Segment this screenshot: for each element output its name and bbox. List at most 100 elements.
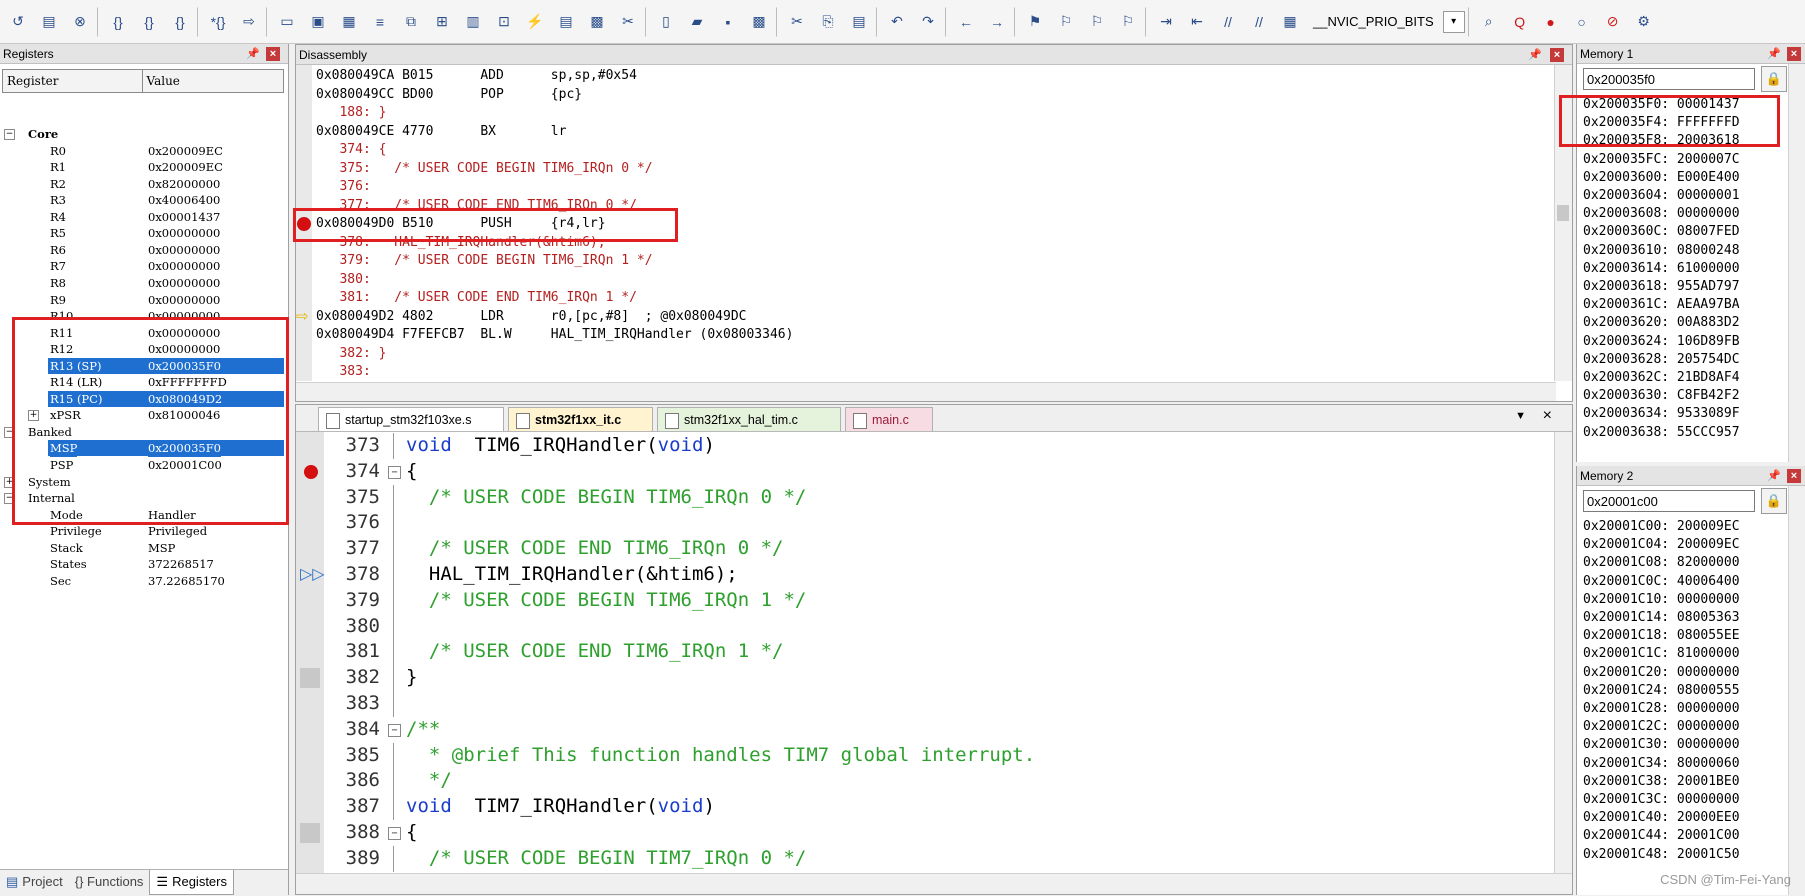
register-row[interactable]: R15 (PC) 0x080049D2 [0,390,286,408]
show-next-statement-icon[interactable]: ⇨ [235,8,263,36]
memory-line[interactable]: 0x200035F4: FFFFFFFD [1583,114,1740,132]
step-out-icon[interactable]: {} [166,8,194,36]
memory-line[interactable]: 0x20001C24: 08000555 [1583,682,1740,700]
register-row[interactable]: R7 0x00000000 [0,258,286,275]
code-line[interactable]: 389 /* USER CODE BEGIN TIM7_IRQn 0 */ [296,845,1546,872]
register-row[interactable]: R5 0x00000000 [0,225,286,242]
disassembly-line[interactable]: 0x080049CE 4770 BX lr [316,123,566,142]
disassembly-line[interactable]: 376: [316,178,370,197]
memory-line[interactable]: 0x20003614: 61000000 [1583,260,1740,278]
memory-line[interactable]: 0x20001C14: 08005363 [1583,609,1740,627]
system-viewer-icon[interactable]: ▩ [583,8,611,36]
code-line[interactable]: 386 */ [296,768,1546,795]
save-all-icon[interactable]: ▩ [745,8,773,36]
code-line[interactable]: 378 HAL_TIM_IRQHandler(&htim6); [296,562,1546,588]
code-line[interactable]: 380 [296,613,1546,640]
tab-stm32f1xx-it-c[interactable]: stm32f1xx_it.c [508,407,653,431]
nav-back-icon[interactable]: ← [952,8,980,36]
memory-line[interactable]: 0x20003604: 00000001 [1583,187,1740,205]
register-row[interactable]: Stack MSP [0,540,286,557]
register-row[interactable]: R6 0x00000000 [0,242,286,259]
memory-2-address-input[interactable]: 0x20001c00 [1583,490,1755,512]
register-row[interactable]: − Internal [0,490,286,507]
memory-line[interactable]: 0x20003624: 106D89FB [1583,333,1740,351]
register-row[interactable]: − Banked [0,424,286,441]
register-row[interactable]: + xPSR 0x81000046 [0,407,286,424]
memory-line[interactable]: 0x20003634: 9533089F [1583,405,1740,423]
disassembly-line[interactable]: 378: HAL_TIM_IRQHandler(&htim6); [316,234,605,253]
tab-stm32f1xx-hal-tim-c[interactable]: stm32f1xx_hal_tim.c [657,407,841,431]
pin-icon[interactable]: 📌 [1767,47,1781,61]
memory-line[interactable]: 0x2000360C: 08007FED [1583,223,1740,241]
watch-window-icon[interactable]: ⊞ [428,8,456,36]
disassembly-line[interactable]: 0x080049CC BD00 POP {pc} [316,86,582,105]
disassembly-line[interactable]: 188: } [316,104,386,123]
disassembly-line[interactable]: 381: /* USER CODE END TIM6_IRQn 1 */ [316,289,636,308]
register-row[interactable]: R11 0x00000000 [0,325,286,342]
memory-line[interactable]: 0x200035F8: 20003618 [1583,132,1740,150]
pin-icon[interactable]: 📌 [246,47,260,61]
run-icon[interactable]: ▤ [35,8,63,36]
memory-line[interactable]: 0x20001C38: 20001BE0 [1583,773,1740,791]
register-row[interactable]: Sec 37.22685170 [0,573,286,590]
memory-line[interactable]: 0x20001C28: 00000000 [1583,700,1740,718]
memory-line[interactable]: 0x20001C08: 82000000 [1583,554,1740,572]
code-line[interactable]: 376 [296,510,1546,537]
memory-line[interactable]: 0x20003630: C8FB42F2 [1583,387,1740,405]
register-row[interactable]: R14 (LR) 0xFFFFFFFD [0,374,286,391]
register-row[interactable]: − Core [0,126,286,143]
register-row[interactable]: R13 (SP) 0x200035F0 [0,357,286,375]
breakpoint-icon[interactable] [304,464,318,479]
scrollbar-thumb[interactable] [1557,205,1569,221]
memory-line[interactable]: 0x20003628: 205754DC [1583,351,1740,369]
command-window-icon[interactable]: ▭ [273,8,301,36]
lock-icon[interactable]: 🔒 [1761,66,1787,92]
memory-line[interactable]: 0x20001C0C: 40006400 [1583,573,1740,591]
collapse-icon[interactable]: + [4,476,15,488]
stop-icon[interactable]: ⊗ [66,8,94,36]
memory-line[interactable]: 0x20001C30: 00000000 [1583,736,1740,754]
memory-line[interactable]: 0x20001C10: 00000000 [1583,591,1740,609]
disassembly-vertical-scrollbar[interactable] [1554,65,1572,381]
code-line[interactable]: 388−{ [296,820,1546,846]
register-row[interactable]: R0 0x200009EC [0,143,286,160]
register-row[interactable]: R2 0x82000000 [0,176,286,193]
disassembly-line[interactable]: 377: /* USER CODE END TIM6_IRQn 0 */ [316,197,636,216]
find-in-files-icon[interactable]: ▦ [1276,8,1304,36]
memory-line[interactable]: 0x20003600: E000E400 [1583,169,1740,187]
close-icon[interactable]: × [266,47,280,61]
memory-line[interactable]: 0x20001C48: 20001C50 [1583,846,1740,864]
memory-line[interactable]: 0x200035F0: 00001437 [1583,96,1740,114]
memory-line[interactable]: 0x20003638: 55CCC957 [1583,424,1740,442]
memory-1-address-input[interactable]: 0x200035f0 [1583,68,1755,90]
register-row[interactable]: MSP 0x200035F0 [0,440,286,457]
disassembly-line[interactable]: 0x080049D4 F7FEFCB7 BL.W HAL_TIM_IRQHand… [316,326,793,345]
editor-vertical-scrollbar[interactable] [1554,432,1572,876]
debug-session-icon[interactable]: Q [1506,8,1534,36]
memory-2-scrollbar[interactable] [1788,486,1805,895]
close-icon[interactable]: × [1550,48,1564,62]
tab-project[interactable]: ▤ Project [0,870,69,894]
register-row[interactable]: R1 0x200009EC [0,159,286,176]
open-file-icon[interactable]: ▰ [683,8,711,36]
code-line[interactable]: 381 /* USER CODE END TIM6_IRQn 1 */ [296,639,1546,666]
register-row[interactable]: R4 0x00001437 [0,209,286,226]
collapse-icon[interactable]: − [4,493,15,505]
save-icon[interactable]: ▪ [714,8,742,36]
tab-main-c[interactable]: main.c [845,407,933,431]
bookmark-clear-icon[interactable]: ⚐ [1114,8,1142,36]
register-row[interactable]: Privilege Privileged [0,523,286,540]
code-line[interactable]: 382} [296,665,1546,691]
register-row[interactable]: States 372268517 [0,556,286,573]
memory-1-scrollbar[interactable] [1788,64,1805,462]
memory-window-icon[interactable]: ▥ [459,8,487,36]
pin-icon[interactable]: 📌 [1528,48,1542,62]
code-line[interactable]: 375 /* USER CODE BEGIN TIM6_IRQn 0 */ [296,484,1546,511]
code-line[interactable]: 385 * @brief This function handles TIM7 … [296,742,1546,769]
code-line[interactable]: 387 void TIM7_IRQHandler(void) [296,794,1546,820]
register-row[interactable]: PSP 0x20001C00 [0,457,286,474]
bookmark-prev-icon[interactable]: ⚐ [1052,8,1080,36]
disassembly-line[interactable]: 383: [316,363,370,382]
close-tab-icon[interactable]: × [1543,407,1552,425]
tab-functions[interactable]: {} Functions [69,870,150,894]
